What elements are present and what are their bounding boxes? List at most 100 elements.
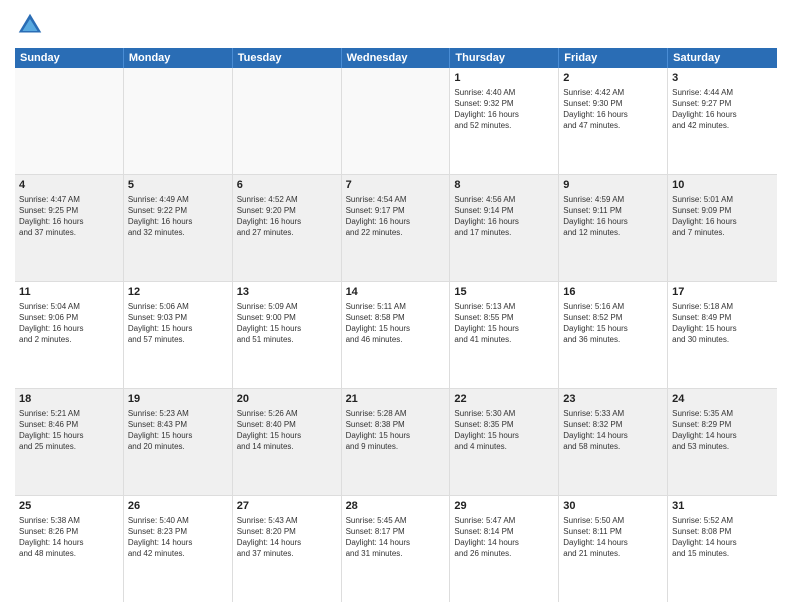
day-number: 20 [237,392,337,407]
calendar-body: 1Sunrise: 4:40 AM Sunset: 9:32 PM Daylig… [15,68,777,602]
cell-info: Sunrise: 5:09 AM Sunset: 9:00 PM Dayligh… [237,301,337,346]
day-number: 27 [237,499,337,514]
day-number: 4 [19,178,119,193]
cell-info: Sunrise: 5:52 AM Sunset: 8:08 PM Dayligh… [672,515,773,560]
header-day-wednesday: Wednesday [342,48,451,68]
cell-info: Sunrise: 5:33 AM Sunset: 8:32 PM Dayligh… [563,408,663,453]
day-number: 8 [454,178,554,193]
cell-info: Sunrise: 5:43 AM Sunset: 8:20 PM Dayligh… [237,515,337,560]
cell-info: Sunrise: 5:47 AM Sunset: 8:14 PM Dayligh… [454,515,554,560]
calendar-cell [15,68,124,174]
calendar-cell: 31Sunrise: 5:52 AM Sunset: 8:08 PM Dayli… [668,496,777,602]
calendar-header: SundayMondayTuesdayWednesdayThursdayFrid… [15,48,777,68]
header-day-monday: Monday [124,48,233,68]
calendar-cell: 6Sunrise: 4:52 AM Sunset: 9:20 PM Daylig… [233,175,342,281]
day-number: 24 [672,392,773,407]
calendar-cell: 2Sunrise: 4:42 AM Sunset: 9:30 PM Daylig… [559,68,668,174]
calendar-cell: 30Sunrise: 5:50 AM Sunset: 8:11 PM Dayli… [559,496,668,602]
cell-info: Sunrise: 4:47 AM Sunset: 9:25 PM Dayligh… [19,194,119,239]
calendar-row-4: 18Sunrise: 5:21 AM Sunset: 8:46 PM Dayli… [15,389,777,496]
cell-info: Sunrise: 4:54 AM Sunset: 9:17 PM Dayligh… [346,194,446,239]
calendar-cell: 10Sunrise: 5:01 AM Sunset: 9:09 PM Dayli… [668,175,777,281]
day-number: 6 [237,178,337,193]
calendar-row-1: 1Sunrise: 4:40 AM Sunset: 9:32 PM Daylig… [15,68,777,175]
day-number: 2 [563,71,663,86]
day-number: 21 [346,392,446,407]
cell-info: Sunrise: 4:56 AM Sunset: 9:14 PM Dayligh… [454,194,554,239]
cell-info: Sunrise: 5:26 AM Sunset: 8:40 PM Dayligh… [237,408,337,453]
calendar-cell: 27Sunrise: 5:43 AM Sunset: 8:20 PM Dayli… [233,496,342,602]
calendar-cell: 3Sunrise: 4:44 AM Sunset: 9:27 PM Daylig… [668,68,777,174]
day-number: 28 [346,499,446,514]
header-day-saturday: Saturday [668,48,777,68]
calendar-cell: 16Sunrise: 5:16 AM Sunset: 8:52 PM Dayli… [559,282,668,388]
calendar-cell: 24Sunrise: 5:35 AM Sunset: 8:29 PM Dayli… [668,389,777,495]
day-number: 26 [128,499,228,514]
cell-info: Sunrise: 5:23 AM Sunset: 8:43 PM Dayligh… [128,408,228,453]
cell-info: Sunrise: 5:40 AM Sunset: 8:23 PM Dayligh… [128,515,228,560]
day-number: 7 [346,178,446,193]
cell-info: Sunrise: 5:06 AM Sunset: 9:03 PM Dayligh… [128,301,228,346]
day-number: 12 [128,285,228,300]
calendar-cell [124,68,233,174]
calendar-cell: 17Sunrise: 5:18 AM Sunset: 8:49 PM Dayli… [668,282,777,388]
day-number: 9 [563,178,663,193]
cell-info: Sunrise: 5:50 AM Sunset: 8:11 PM Dayligh… [563,515,663,560]
header-day-thursday: Thursday [450,48,559,68]
header [15,10,777,40]
day-number: 1 [454,71,554,86]
page: SundayMondayTuesdayWednesdayThursdayFrid… [0,0,792,612]
cell-info: Sunrise: 4:40 AM Sunset: 9:32 PM Dayligh… [454,87,554,132]
cell-info: Sunrise: 5:30 AM Sunset: 8:35 PM Dayligh… [454,408,554,453]
day-number: 29 [454,499,554,514]
cell-info: Sunrise: 5:45 AM Sunset: 8:17 PM Dayligh… [346,515,446,560]
cell-info: Sunrise: 5:01 AM Sunset: 9:09 PM Dayligh… [672,194,773,239]
day-number: 17 [672,285,773,300]
calendar-cell: 28Sunrise: 5:45 AM Sunset: 8:17 PM Dayli… [342,496,451,602]
cell-info: Sunrise: 4:44 AM Sunset: 9:27 PM Dayligh… [672,87,773,132]
cell-info: Sunrise: 5:35 AM Sunset: 8:29 PM Dayligh… [672,408,773,453]
day-number: 5 [128,178,228,193]
calendar-cell: 26Sunrise: 5:40 AM Sunset: 8:23 PM Dayli… [124,496,233,602]
logo [15,10,49,40]
cell-info: Sunrise: 5:13 AM Sunset: 8:55 PM Dayligh… [454,301,554,346]
calendar-cell [342,68,451,174]
calendar: SundayMondayTuesdayWednesdayThursdayFrid… [15,48,777,602]
calendar-row-2: 4Sunrise: 4:47 AM Sunset: 9:25 PM Daylig… [15,175,777,282]
day-number: 15 [454,285,554,300]
calendar-cell: 5Sunrise: 4:49 AM Sunset: 9:22 PM Daylig… [124,175,233,281]
calendar-cell: 22Sunrise: 5:30 AM Sunset: 8:35 PM Dayli… [450,389,559,495]
day-number: 30 [563,499,663,514]
cell-info: Sunrise: 5:38 AM Sunset: 8:26 PM Dayligh… [19,515,119,560]
day-number: 14 [346,285,446,300]
day-number: 16 [563,285,663,300]
calendar-cell: 12Sunrise: 5:06 AM Sunset: 9:03 PM Dayli… [124,282,233,388]
cell-info: Sunrise: 4:49 AM Sunset: 9:22 PM Dayligh… [128,194,228,239]
calendar-cell: 21Sunrise: 5:28 AM Sunset: 8:38 PM Dayli… [342,389,451,495]
cell-info: Sunrise: 5:28 AM Sunset: 8:38 PM Dayligh… [346,408,446,453]
calendar-cell: 14Sunrise: 5:11 AM Sunset: 8:58 PM Dayli… [342,282,451,388]
cell-info: Sunrise: 5:11 AM Sunset: 8:58 PM Dayligh… [346,301,446,346]
cell-info: Sunrise: 4:59 AM Sunset: 9:11 PM Dayligh… [563,194,663,239]
day-number: 11 [19,285,119,300]
calendar-row-3: 11Sunrise: 5:04 AM Sunset: 9:06 PM Dayli… [15,282,777,389]
header-day-friday: Friday [559,48,668,68]
cell-info: Sunrise: 4:52 AM Sunset: 9:20 PM Dayligh… [237,194,337,239]
calendar-cell: 7Sunrise: 4:54 AM Sunset: 9:17 PM Daylig… [342,175,451,281]
day-number: 31 [672,499,773,514]
day-number: 13 [237,285,337,300]
cell-info: Sunrise: 5:16 AM Sunset: 8:52 PM Dayligh… [563,301,663,346]
calendar-cell: 13Sunrise: 5:09 AM Sunset: 9:00 PM Dayli… [233,282,342,388]
calendar-cell: 9Sunrise: 4:59 AM Sunset: 9:11 PM Daylig… [559,175,668,281]
day-number: 19 [128,392,228,407]
calendar-cell [233,68,342,174]
calendar-cell: 15Sunrise: 5:13 AM Sunset: 8:55 PM Dayli… [450,282,559,388]
calendar-cell: 8Sunrise: 4:56 AM Sunset: 9:14 PM Daylig… [450,175,559,281]
calendar-cell: 11Sunrise: 5:04 AM Sunset: 9:06 PM Dayli… [15,282,124,388]
cell-info: Sunrise: 4:42 AM Sunset: 9:30 PM Dayligh… [563,87,663,132]
header-day-sunday: Sunday [15,48,124,68]
day-number: 25 [19,499,119,514]
day-number: 3 [672,71,773,86]
header-day-tuesday: Tuesday [233,48,342,68]
cell-info: Sunrise: 5:18 AM Sunset: 8:49 PM Dayligh… [672,301,773,346]
